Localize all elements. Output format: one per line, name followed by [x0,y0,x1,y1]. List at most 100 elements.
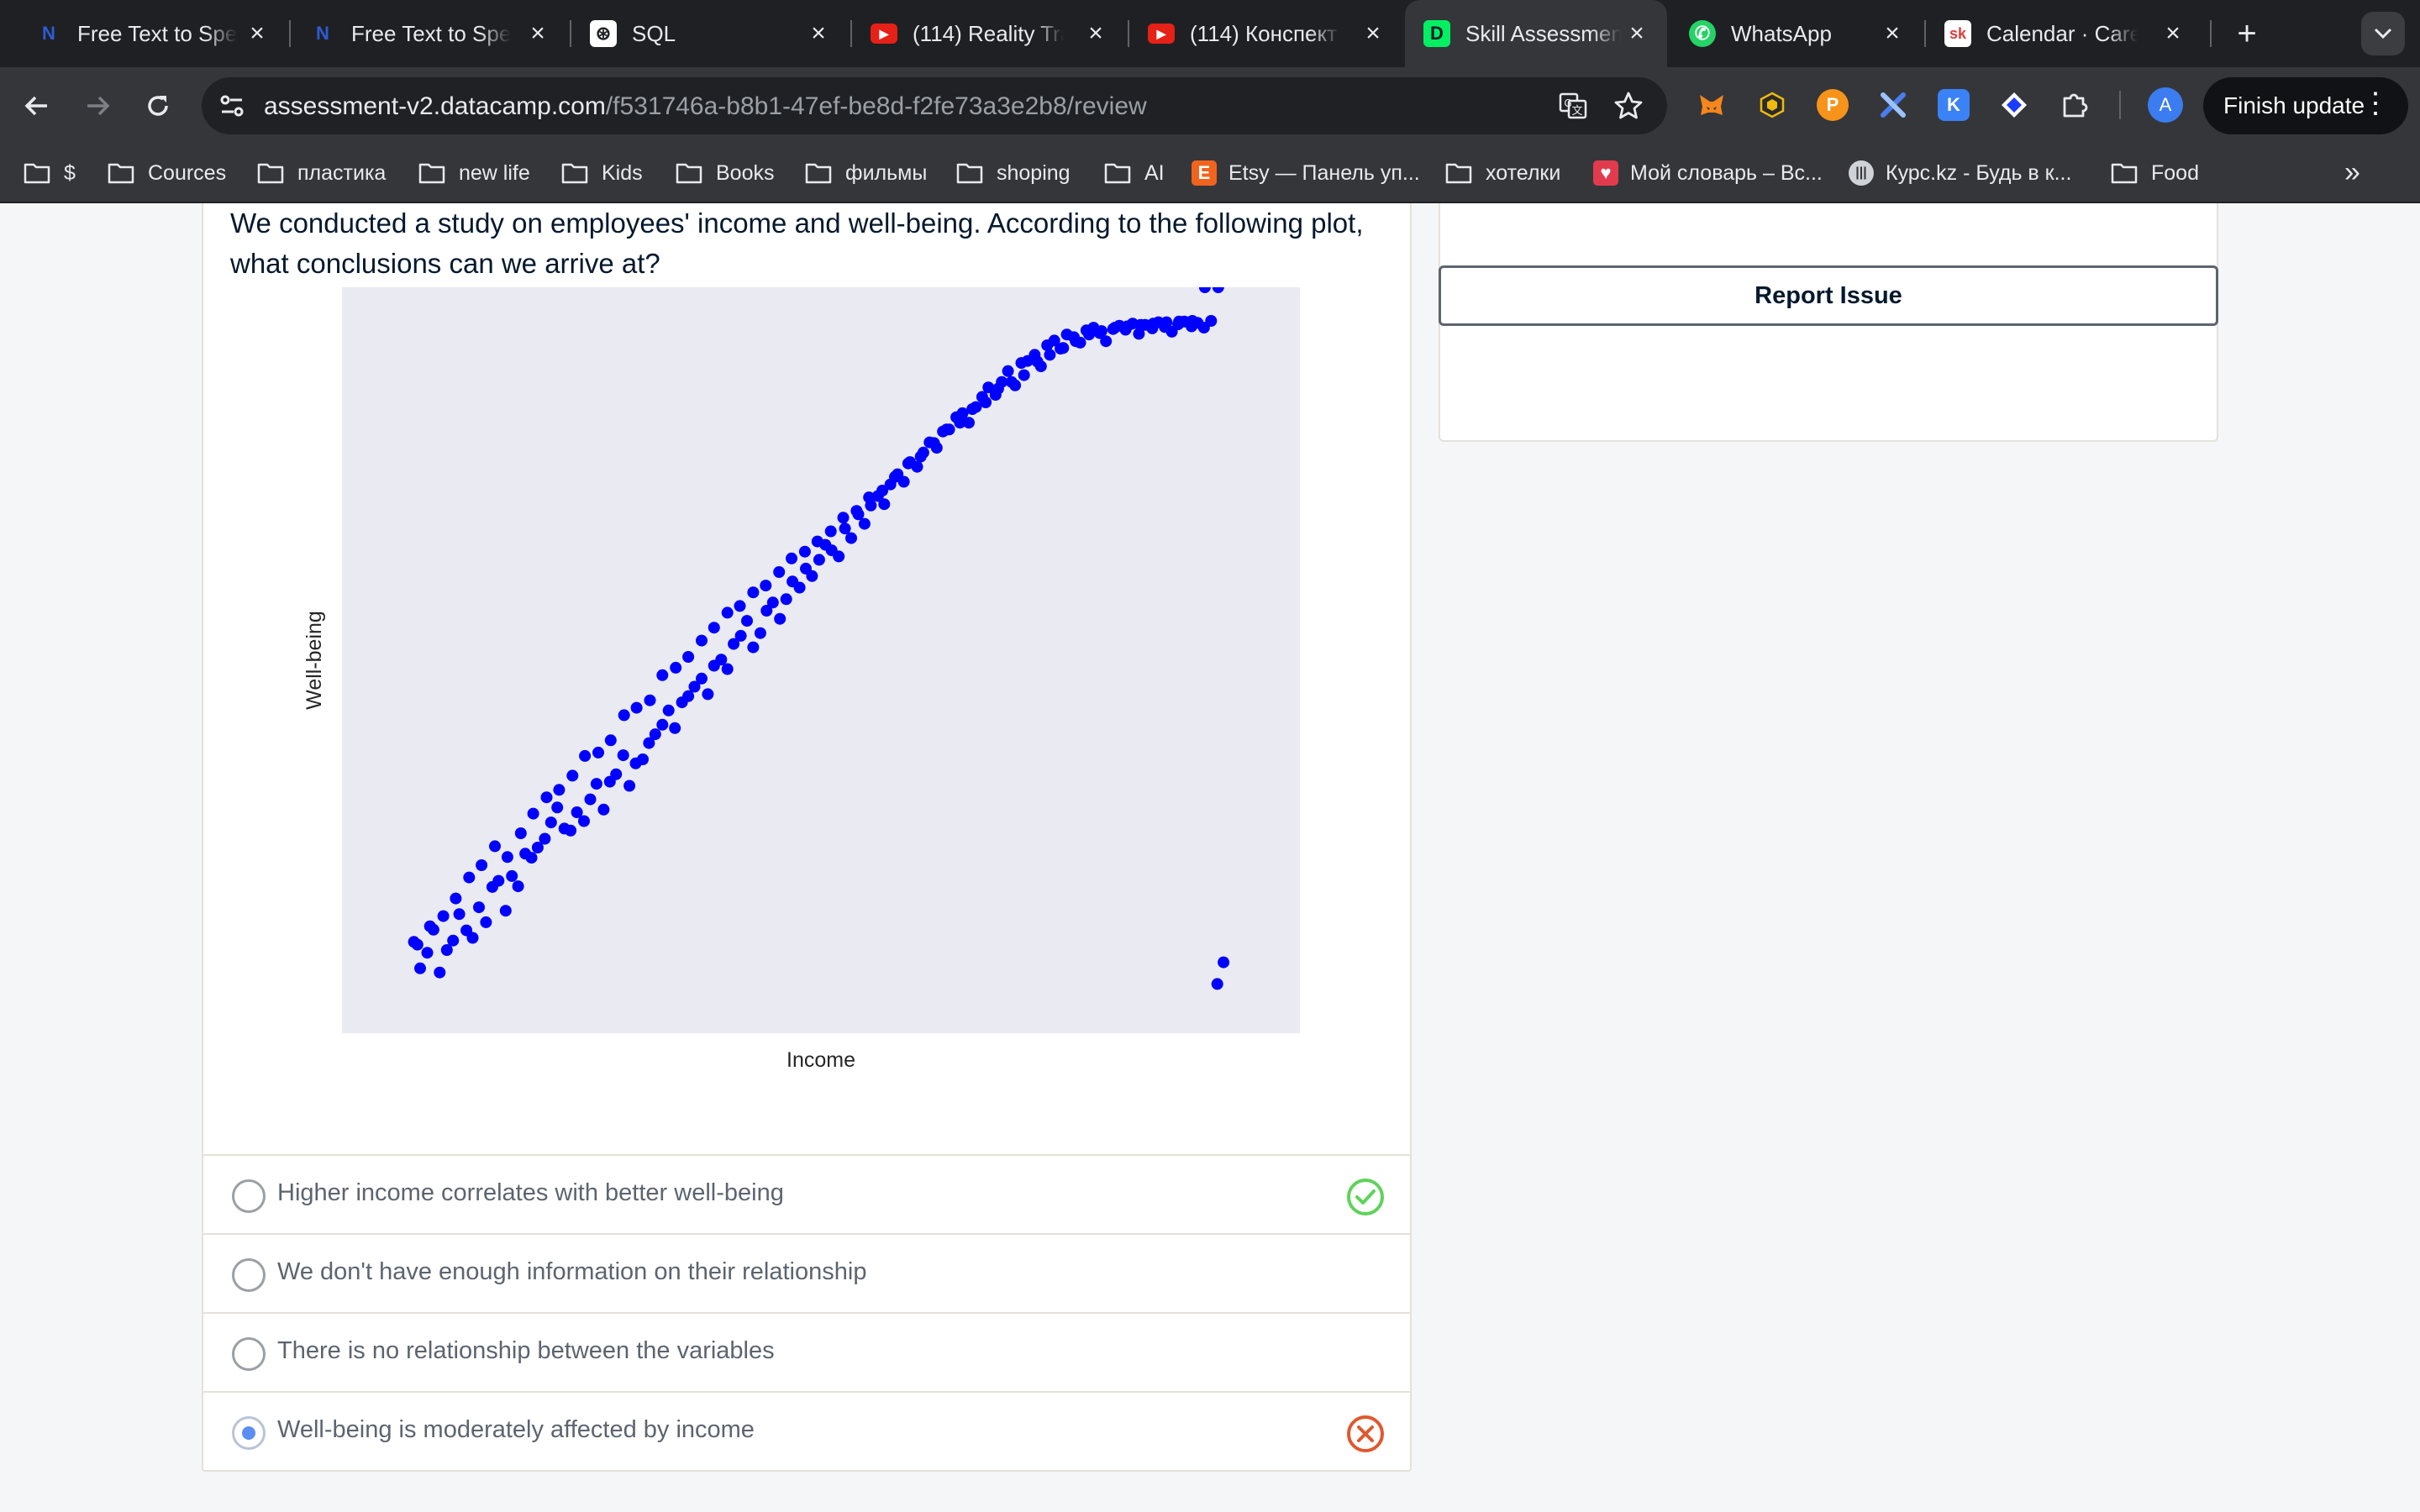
answer-option[interactable]: We don't have enough information on thei… [202,1233,1412,1314]
folder-icon [257,163,284,184]
svg-text:文: 文 [1571,105,1582,118]
answer-option[interactable]: Well-being is moderately affected by inc… [202,1391,1412,1472]
tab-search-button[interactable] [2361,12,2405,55]
data-point [1031,355,1044,368]
data-point [773,566,786,578]
radio-button[interactable] [232,1179,266,1213]
bookmark-khotelki[interactable]: хотелки [1445,156,1560,190]
tab-calendar-career[interactable]: sk Calendar · Career × [1926,0,2203,67]
reload-button[interactable] [138,86,178,126]
forward-button[interactable] [77,86,118,126]
tab-free-text-to-speech-2[interactable]: N Free Text to Speech × [291,0,568,67]
radio-button[interactable] [232,1258,266,1292]
answer-option[interactable]: Higher income correlates with better wel… [202,1154,1412,1235]
bookmark-star-icon[interactable] [1613,91,1644,121]
address-bar[interactable]: assessment-v2.datacamp.com/f531746a-b8b1… [202,77,1667,134]
youtube-icon: ▶ [1148,24,1175,44]
bookmarks-bar: $ Cources пластика new life Kids Books ф… [0,144,2420,203]
tab-title: WhatsApp [1731,20,1832,46]
data-point [489,840,501,853]
coin-extension-icon[interactable]: P [1817,89,1849,121]
toolbar-divider [2119,91,2121,119]
data-point [670,661,682,674]
tab-reality-transurfing[interactable]: ▶ (114) Reality Transurfing × [852,0,1126,67]
tab-free-text-to-speech-1[interactable]: N Free Text to Speech × [17,0,287,67]
tab-title: Skill Assessment [1465,20,1622,46]
radio-button[interactable] [232,1337,266,1371]
bookmark-food[interactable]: Food [2111,156,2199,190]
whatsapp-icon: ✆ [1689,20,1716,47]
data-point [980,396,992,408]
data-point [540,791,553,804]
bookmark-shoping[interactable]: shoping [956,156,1071,190]
data-point [1121,320,1134,333]
k-extension-icon[interactable]: K [1938,89,1970,121]
data-point [928,437,940,449]
url-path: /f531746a-b8b1-47ef-be8d-f2fe73a3e2b8/re… [605,92,1147,120]
data-point [662,704,675,717]
data-point [544,816,557,829]
close-icon[interactable]: × [523,18,553,49]
bookmark-dollar[interactable]: $ [24,156,76,190]
folder-icon [805,163,832,184]
kurs-icon: ||| [1849,160,1874,186]
back-button[interactable] [17,86,57,126]
cube-wallet-icon[interactable] [1756,89,1788,121]
data-point [1160,316,1173,328]
close-icon[interactable]: × [1877,18,1907,49]
site-settings-icon[interactable] [217,91,247,121]
bookmark-filmy[interactable]: фильмы [805,156,927,190]
tab-skill-assessment[interactable]: D Skill Assessment × [1405,0,1667,67]
data-point [1057,342,1070,354]
bookmark-etsy[interactable]: E Etsy — Панель уп... [1192,156,1420,190]
bookmark-label: хотелки [1486,160,1561,185]
bookmark-cources[interactable]: Cources [108,156,226,190]
data-point [630,701,643,714]
data-point [786,552,797,564]
data-point [721,663,734,675]
finish-update-button[interactable]: Finish update ⋮ [2203,77,2408,134]
extensions-puzzle-icon[interactable] [2059,89,2091,121]
answer-option[interactable]: There is no relationship between the var… [202,1312,1412,1393]
bookmark-kids[interactable]: Kids [561,156,643,190]
linkclump-icon[interactable] [1877,89,1909,121]
data-point [914,450,927,463]
data-point [708,622,720,634]
bookmark-kurs-kz[interactable]: ||| Курс.kz - Будь в к... [1849,156,2071,190]
bookmark-books[interactable]: Books [676,156,774,190]
metamask-icon[interactable] [1696,89,1728,121]
more-bookmarks-icon[interactable]: » [2344,156,2360,189]
tab-konspekt[interactable]: ▶ (114) Конспект × [1129,0,1403,67]
x-circle-icon [1347,1415,1384,1452]
close-icon[interactable]: × [803,18,834,49]
close-icon[interactable]: × [1358,18,1388,49]
bookmark-plastika[interactable]: пластика [257,156,386,190]
bookmark-label: Books [716,160,775,185]
close-icon[interactable]: × [2158,18,2188,49]
data-point [696,672,708,685]
data-point [525,852,538,864]
profile-avatar[interactable]: A [2148,87,2183,123]
close-icon[interactable]: × [1081,18,1111,49]
folder-icon [561,163,588,184]
diamond-extension-icon[interactable] [1998,89,2030,121]
report-issue-button[interactable]: Report Issue [1439,265,2218,326]
data-point [1002,365,1014,377]
bookmark-new-life[interactable]: new life [418,156,530,190]
close-icon[interactable]: × [242,18,272,49]
tab-whatsapp[interactable]: ✆ WhatsApp × [1670,0,1923,67]
close-icon[interactable]: × [1622,18,1652,49]
new-tab-button[interactable]: + [2230,15,2264,52]
data-point [702,688,714,701]
tab-sql[interactable]: ⊛ SQL × [571,0,849,67]
data-point [656,718,669,731]
folder-icon [24,163,50,184]
radio-button-selected[interactable] [232,1416,266,1450]
data-point [506,869,518,882]
bookmark-moy-slovar[interactable]: ♥ Мой словарь – Вс... [1593,156,1823,190]
folder-icon [1104,163,1131,184]
sk-icon: sk [1944,20,1971,47]
x-axis-label: Income [786,1048,855,1072]
translate-icon[interactable]: 文G [1558,91,1588,121]
bookmark-ai[interactable]: AI [1104,156,1165,190]
